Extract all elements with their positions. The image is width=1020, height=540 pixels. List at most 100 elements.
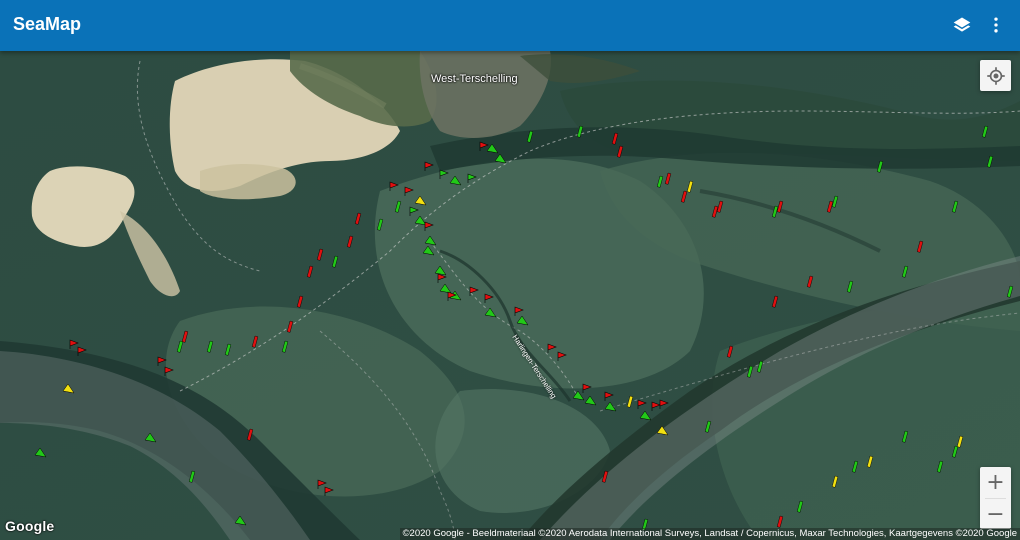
buoy-marker[interactable] (434, 265, 447, 276)
buoy-marker[interactable] (439, 169, 449, 179)
map-attribution[interactable]: ©2020 Google - Beeldmateriaal ©2020 Aero… (399, 528, 1020, 540)
buoy-marker[interactable] (576, 125, 584, 138)
buoy-marker[interactable] (557, 351, 567, 361)
buoy-marker[interactable] (936, 460, 944, 473)
buoy-marker[interactable] (582, 383, 592, 393)
buoy-marker[interactable] (616, 145, 624, 158)
buoy-marker[interactable] (181, 330, 189, 343)
buoy-marker[interactable] (206, 340, 214, 353)
buoy-marker[interactable] (516, 315, 529, 326)
buoy-marker[interactable] (901, 265, 909, 278)
zoom-out-button[interactable]: − (980, 499, 1011, 530)
buoy-marker[interactable] (354, 212, 362, 225)
buoy-marker[interactable] (611, 132, 619, 145)
buoy-marker[interactable] (651, 401, 661, 411)
buoy-marker[interactable] (281, 340, 289, 353)
buoy-marker[interactable] (234, 515, 247, 526)
buoy-marker[interactable] (796, 500, 804, 513)
buoy-marker[interactable] (951, 200, 959, 213)
buoy-marker[interactable] (394, 200, 402, 213)
buoy-marker[interactable] (467, 173, 477, 183)
buoy-marker[interactable] (806, 275, 814, 288)
buoy-marker[interactable] (1006, 285, 1014, 298)
buoy-marker[interactable] (659, 399, 669, 409)
buoy-marker[interactable] (771, 295, 779, 308)
buoy-marker[interactable] (486, 143, 499, 154)
buoy-marker[interactable] (776, 515, 784, 528)
buoy-marker[interactable] (324, 486, 334, 496)
buoy-marker[interactable] (389, 181, 399, 191)
buoy-marker[interactable] (346, 235, 354, 248)
buoy-marker[interactable] (639, 410, 652, 421)
buoy-marker[interactable] (414, 215, 427, 226)
buoy-marker[interactable] (916, 240, 924, 253)
buoy-marker[interactable] (680, 190, 688, 203)
buoy-marker[interactable] (69, 339, 79, 349)
buoy-marker[interactable] (77, 346, 87, 356)
buoy-marker[interactable] (484, 293, 494, 303)
buoy-marker[interactable] (601, 470, 609, 483)
buoy-marker[interactable] (469, 286, 479, 296)
buoy-marker[interactable] (251, 335, 259, 348)
buoy-marker[interactable] (404, 186, 414, 196)
buoy-marker[interactable] (34, 447, 47, 458)
map-view[interactable]: West-Terschelling Harlingen-Terschelling… (0, 51, 1020, 540)
buoy-marker[interactable] (756, 360, 764, 373)
buoy-marker[interactable] (846, 280, 854, 293)
buoy-marker[interactable] (439, 283, 452, 294)
buoy-marker[interactable] (746, 365, 754, 378)
buoy-marker[interactable] (951, 445, 959, 458)
buoy-marker[interactable] (637, 399, 647, 409)
buoy-marker[interactable] (316, 248, 324, 261)
buoy-marker[interactable] (626, 395, 634, 408)
overflow-menu-button[interactable] (979, 8, 1013, 42)
buoy-marker[interactable] (164, 366, 174, 376)
buoy-marker[interactable] (981, 125, 989, 138)
buoy-marker[interactable] (547, 343, 557, 353)
layers-button[interactable] (945, 8, 979, 42)
buoy-marker[interactable] (514, 306, 524, 316)
buoy-marker[interactable] (484, 307, 497, 318)
buoy-marker[interactable] (376, 218, 384, 231)
my-location-button[interactable] (980, 60, 1011, 91)
buoy-marker[interactable] (479, 141, 489, 151)
buoy-marker[interactable] (726, 345, 734, 358)
buoy-marker[interactable] (704, 420, 712, 433)
buoy-marker[interactable] (866, 455, 874, 468)
buoy-marker[interactable] (831, 475, 839, 488)
buoy-marker[interactable] (604, 391, 614, 401)
buoy-marker[interactable] (901, 430, 909, 443)
buoy-marker[interactable] (409, 206, 419, 216)
buoy-marker[interactable] (424, 161, 434, 171)
buoy-marker[interactable] (876, 160, 884, 173)
buoy-marker[interactable] (584, 395, 597, 406)
buoy-marker[interactable] (176, 340, 184, 353)
buoy-marker[interactable] (604, 401, 617, 412)
buoy-marker[interactable] (664, 172, 672, 185)
buoy-marker[interactable] (437, 273, 447, 283)
buoy-marker[interactable] (686, 180, 694, 193)
buoy-marker[interactable] (157, 356, 167, 366)
buoy-marker[interactable] (414, 195, 427, 206)
buoy-marker[interactable] (494, 153, 507, 164)
buoy-marker[interactable] (296, 295, 304, 308)
buoy-marker[interactable] (144, 432, 157, 443)
buoy-marker[interactable] (851, 460, 859, 473)
buoy-marker[interactable] (656, 175, 664, 188)
zoom-in-button[interactable]: + (980, 467, 1011, 498)
buoy-marker[interactable] (986, 155, 994, 168)
buoy-marker[interactable] (246, 428, 254, 441)
buoy-marker[interactable] (956, 435, 964, 448)
buoy-marker[interactable] (526, 130, 534, 143)
buoy-marker[interactable] (62, 383, 75, 394)
buoy-marker[interactable] (422, 245, 435, 256)
buoy-marker[interactable] (572, 390, 585, 401)
buoy-marker[interactable] (306, 265, 314, 278)
buoy-marker[interactable] (424, 221, 434, 231)
buoy-marker[interactable] (286, 320, 294, 333)
buoy-marker[interactable] (424, 235, 437, 246)
buoy-marker[interactable] (224, 343, 232, 356)
buoy-marker[interactable] (656, 425, 669, 436)
buoy-marker[interactable] (188, 470, 196, 483)
buoy-marker[interactable] (331, 255, 339, 268)
